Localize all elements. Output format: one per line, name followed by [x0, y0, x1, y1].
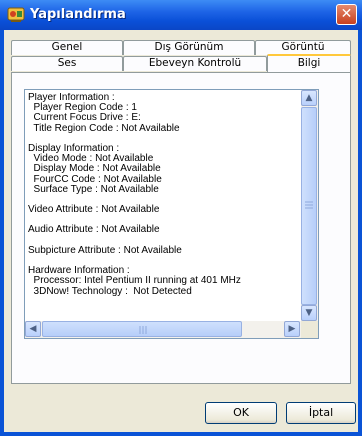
tab-genel[interactable]: Genel — [11, 40, 123, 55]
horizontal-scrollbar[interactable]: ◀ ▶ — [25, 321, 301, 338]
info-text: Player Information : Player Region Code … — [28, 93, 298, 319]
scroll-left-button[interactable]: ◀ — [25, 321, 41, 337]
window-title: Yapılandırma — [30, 7, 126, 22]
tab-goruntu[interactable]: Görüntü — [255, 40, 351, 55]
info-line: Subpicture Attribute : Not Available — [28, 244, 182, 256]
tab-label: Dış Görünüm — [154, 41, 224, 53]
scroll-down-button[interactable]: ▼ — [301, 305, 317, 321]
chevron-down-icon: ▼ — [305, 308, 313, 318]
vertical-scrollbar[interactable]: ▲ ▼ — [301, 90, 318, 322]
tab-label: Genel — [51, 41, 83, 53]
tab-bilgi[interactable]: Bilgi — [267, 54, 351, 73]
scrollbar-corner — [301, 321, 318, 338]
ok-label: OK — [233, 406, 249, 419]
close-icon: ✕ — [340, 6, 353, 22]
ok-button[interactable]: OK — [205, 402, 277, 424]
tab-label: Ses — [57, 57, 77, 69]
tab-label: Bilgi — [297, 57, 321, 69]
cancel-button[interactable]: İptal — [286, 402, 356, 424]
close-button[interactable]: ✕ — [336, 4, 357, 25]
tab-dis-gorunum[interactable]: Dış Görünüm — [123, 40, 255, 55]
settings-app-icon — [7, 7, 25, 22]
tab-row-front: Ses Ebeveyn Kontrolü Bilgi — [11, 54, 351, 73]
info-listbox[interactable]: Player Information : Player Region Code … — [24, 89, 319, 339]
grip-icon — [139, 326, 147, 334]
info-line: Audio Attribute : Not Available — [28, 224, 160, 236]
tab-ebeveyn-kontrolu[interactable]: Ebeveyn Kontrolü — [123, 56, 267, 71]
tab-label: Ebeveyn Kontrolü — [148, 57, 242, 69]
info-line: 3DNow! Technology : Not Detected — [28, 285, 192, 297]
title-bar[interactable]: Yapılandırma ✕ — [0, 0, 362, 30]
info-line: Surface Type : Not Available — [28, 183, 159, 195]
chevron-right-icon: ▶ — [288, 324, 296, 334]
info-line: Title Region Code : Not Available — [28, 122, 180, 134]
scroll-right-button[interactable]: ▶ — [284, 321, 300, 337]
scroll-up-button[interactable]: ▲ — [301, 90, 317, 106]
vertical-scroll-thumb[interactable] — [301, 107, 317, 305]
chevron-up-icon: ▲ — [305, 93, 313, 103]
grip-icon — [305, 201, 313, 209]
tab-label: Görüntü — [281, 41, 325, 53]
horizontal-scroll-thumb[interactable] — [42, 321, 242, 337]
cancel-label: İptal — [308, 406, 334, 419]
tab-ses[interactable]: Ses — [11, 56, 123, 71]
info-line: Video Attribute : Not Available — [28, 204, 160, 216]
configuration-window: Yapılandırma ✕ Genel Dış Görünüm Görüntü… — [0, 0, 362, 436]
info-line: Display Mode : Not Available — [28, 163, 161, 175]
tab-row-back: Genel Dış Görünüm Görüntü — [11, 40, 351, 55]
chevron-left-icon: ◀ — [29, 324, 37, 334]
